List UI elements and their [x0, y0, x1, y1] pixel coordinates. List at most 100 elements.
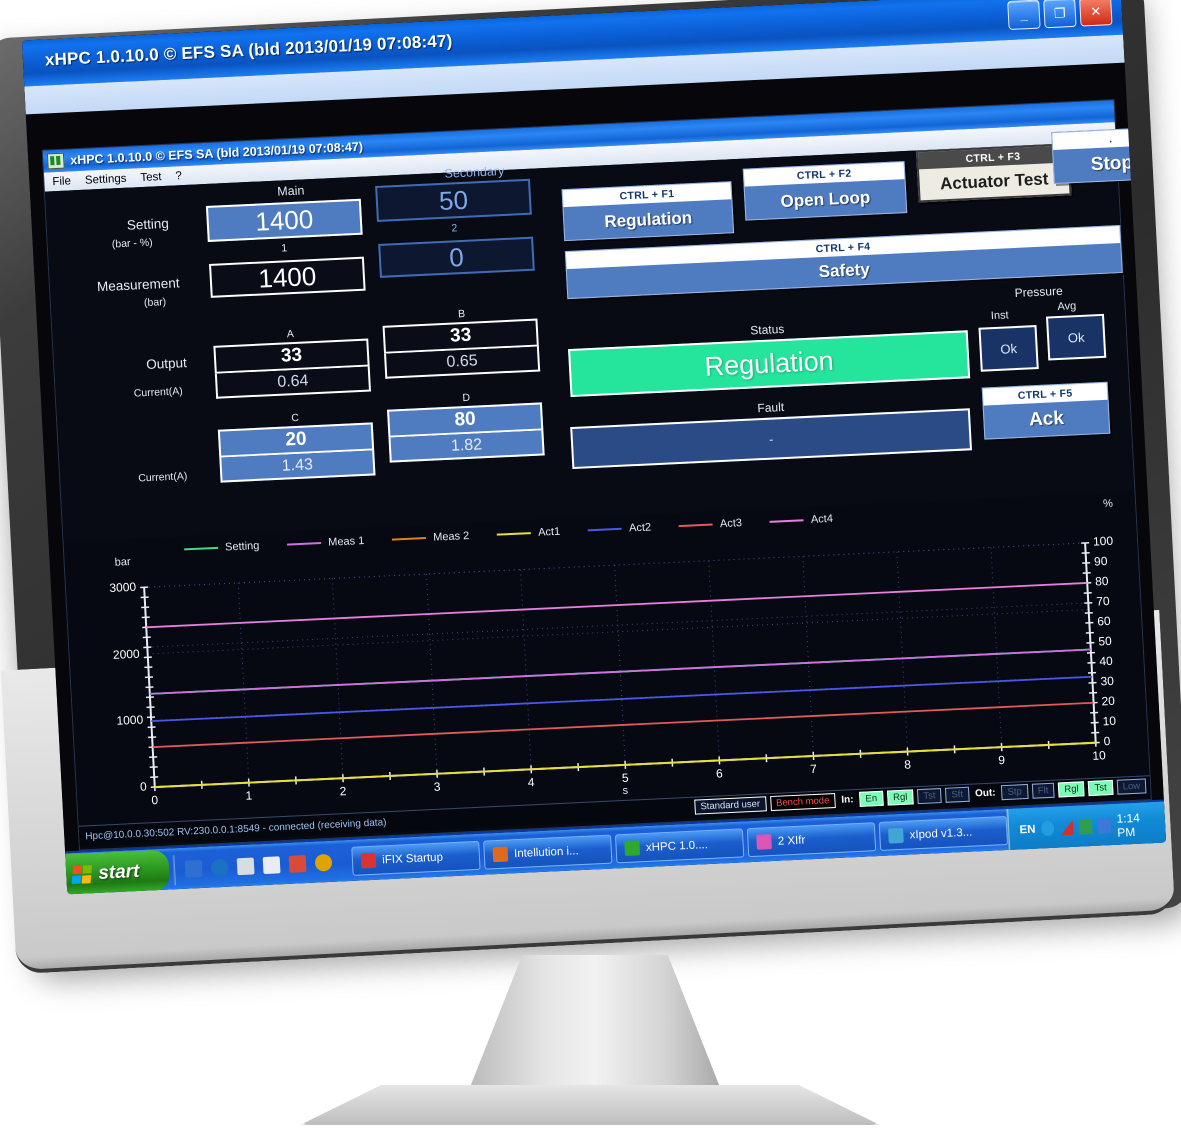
taskbar-button-label: xIpod v1.3... [909, 826, 973, 842]
axis-tick-label: 2 [339, 784, 347, 799]
measurement-2-field[interactable]: 0 [378, 236, 535, 278]
output-a-header: A [286, 328, 295, 341]
xhpc-application-window: xHPC 1.0.10.0 © EFS SA (bld 2013/01/19 0… [41, 99, 1167, 851]
maximize-icon[interactable]: ❐ [1043, 0, 1077, 29]
axis-tick-label: 60 [1096, 613, 1112, 629]
legend-swatch [679, 523, 714, 528]
setting-main-field[interactable]: 1400 [205, 198, 363, 242]
main-panel: Main Secondary Setting (bar - %) 1400 50… [44, 126, 1167, 542]
setting-secondary-field[interactable]: 50 [375, 178, 532, 222]
taskbar-button-icon [360, 852, 377, 869]
axis-tick-label: 20 [1101, 693, 1116, 709]
axis-tick-label: 90 [1093, 553, 1108, 569]
start-button[interactable]: start [61, 849, 171, 895]
open-loop-label: Open Loop [780, 187, 871, 211]
axis-tick-label: 50 [1097, 633, 1113, 649]
screen: xHPC 1.0.10.0 © EFS SA (bld 2013/01/19 0… [21, 0, 1167, 895]
axis-tick-label: 0 [139, 779, 148, 794]
tray-chevron-icon[interactable] [1041, 820, 1055, 837]
legend-swatch [184, 546, 219, 551]
taskbar-button[interactable]: xIpod v1.3... [878, 815, 1009, 851]
language-indicator[interactable]: EN [1019, 823, 1036, 836]
taskbar-button[interactable]: iFIX Startup [351, 840, 481, 876]
start-label: start [97, 860, 140, 884]
tray-network-icon[interactable] [1097, 818, 1112, 834]
taskbar-button-icon [888, 827, 905, 844]
axis-tick-label: 3000 [109, 579, 137, 595]
internet-explorer-icon[interactable] [210, 858, 229, 877]
quick-launch-bar [172, 846, 344, 885]
menu-item-file[interactable]: File [52, 175, 71, 188]
taskbar-button-icon [492, 846, 509, 863]
menu-item-test[interactable]: Test [140, 171, 162, 184]
output-flags-label: Out: [974, 787, 996, 800]
status-label: Status [749, 321, 785, 338]
taskbar-button[interactable]: 2 XIfr [747, 822, 877, 858]
legend-label: Meas 2 [432, 529, 470, 544]
mode-indicator: Bench mode [769, 793, 836, 812]
axis-tick-label: 7 [809, 761, 818, 777]
trend-chart: Setting Meas 1 Meas 2 Act1 Act2 Act3 Act4 bar … [63, 492, 1150, 826]
taskbar-button[interactable]: Intellution i... [483, 834, 613, 870]
axis-tick-label: 6 [715, 766, 724, 781]
show-desktop-icon[interactable] [185, 859, 203, 878]
outlook-icon[interactable] [236, 857, 255, 876]
tray-alert-icon[interactable] [1060, 820, 1074, 836]
ifix-icon[interactable] [288, 855, 307, 873]
taskbar-button-icon [756, 834, 773, 850]
legend-swatch [287, 541, 322, 546]
windows-logo-icon [71, 864, 93, 884]
measurement-units: (bar) [143, 296, 167, 310]
output-d-header: D [462, 391, 471, 405]
media-player-icon[interactable] [314, 853, 333, 872]
axis-tick-label: 80 [1094, 573, 1109, 589]
taskbar-button[interactable]: xHPC 1.0.... [615, 828, 745, 864]
legend-label: Act2 [628, 521, 652, 535]
axis-tick-label: 4 [527, 775, 535, 790]
inst-label: Inst [990, 309, 1009, 323]
menu-item-settings[interactable]: Settings [85, 172, 127, 186]
output-c-header: C [291, 411, 300, 425]
legend-swatch [769, 519, 804, 523]
axis-tick-label: 30 [1100, 673, 1115, 689]
notepad-icon[interactable] [262, 856, 281, 875]
outer-window-title: xHPC 1.0.10.0 © EFS SA (bld 2013/01/19 0… [44, 31, 453, 70]
menu-item-help[interactable]: ? [175, 170, 182, 182]
tray-shield-icon[interactable] [1078, 818, 1093, 835]
close-icon[interactable]: ✕ [1079, 0, 1113, 27]
axis-tick-label: 1 [245, 788, 253, 803]
input-flags-label: In: [841, 794, 854, 806]
user-indicator: Standard user [694, 796, 767, 815]
legend-label: Act4 [810, 512, 834, 526]
taskbar-button-label: iFIX Startup [381, 851, 444, 866]
minimize-icon[interactable]: _ [1007, 0, 1041, 31]
taskbar-button-label: Intellution i... [513, 844, 579, 860]
ack-button[interactable]: CTRL + F5 Ack [981, 381, 1111, 440]
measurement-label: Measurement [96, 275, 180, 295]
setting-label: Setting [126, 215, 170, 233]
taskbar-button-icon [624, 840, 641, 856]
axis-tick-label: 5 [621, 770, 629, 786]
axis-tick-label: 10 [1092, 748, 1107, 763]
output-flag-rgl: Rgl [1057, 781, 1085, 798]
actuator-test-button[interactable]: CTRL + F3 Actuator Test [915, 143, 1072, 203]
column-header-main: Main [276, 183, 305, 199]
legend-swatch [392, 537, 427, 541]
input-flag-sft: Sft [945, 786, 970, 803]
regulation-button[interactable]: CTRL + F1 Regulation [561, 181, 735, 242]
axis-tick-label: 40 [1099, 653, 1114, 669]
actuator-test-label: Actuator Test [939, 168, 1049, 193]
taskbar-button-label: 2 XIfr [777, 833, 806, 848]
open-loop-button[interactable]: CTRL + F2 Open Loop [742, 161, 908, 221]
axis-tick-label: 100 [1092, 533, 1114, 549]
setting-units: (bar - %) [111, 236, 153, 251]
taskbar-clock[interactable]: 1:14 PM [1116, 810, 1156, 839]
current-label-cd: Current(A) [138, 470, 188, 485]
axis-tick-label: 10 [1102, 713, 1117, 729]
column-header-secondary: Secondary [444, 163, 505, 181]
app-logo-icon [46, 152, 65, 170]
fault-label: Fault [757, 400, 785, 416]
chart-y-axis-label: bar [114, 555, 131, 569]
measurement-1-field[interactable]: 1400 [209, 256, 366, 298]
output-flag-stp: Stp [1001, 783, 1029, 801]
